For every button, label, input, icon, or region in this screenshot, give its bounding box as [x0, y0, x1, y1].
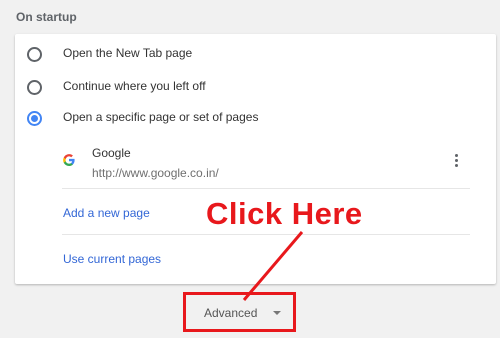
caret-down-icon [273, 311, 281, 315]
advanced-button[interactable]: Advanced [183, 292, 296, 332]
settings-page: On startup Open the New Tab page Continu… [0, 0, 500, 338]
annotation-arrow [242, 231, 304, 301]
advanced-label: Advanced [204, 306, 258, 320]
click-here-annotation: Click Here [206, 196, 363, 231]
